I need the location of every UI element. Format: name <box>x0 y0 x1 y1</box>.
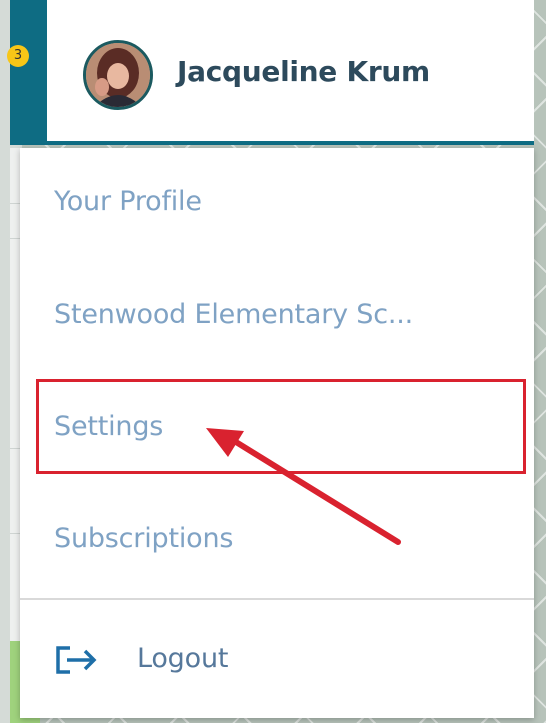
avatar <box>83 40 153 110</box>
app-header-bar <box>10 0 50 145</box>
menu-divider <box>20 598 534 600</box>
menu-item-your-profile[interactable]: Your Profile <box>54 186 202 217</box>
menu-item-subscriptions[interactable]: Subscriptions <box>54 523 233 554</box>
avatar-photo <box>86 43 150 107</box>
menu-item-school[interactable]: Stenwood Elementary Sc... <box>54 299 413 330</box>
user-menu-header[interactable]: Jacqueline Krum <box>47 0 534 145</box>
menu-item-settings[interactable]: Settings <box>54 411 163 442</box>
user-dropdown-menu: Your Profile Stenwood Elementary Sc... S… <box>20 148 534 718</box>
user-name: Jacqueline Krum <box>177 55 430 88</box>
notification-badge[interactable]: 3 <box>7 45 29 67</box>
logout-icon[interactable] <box>54 645 100 675</box>
logout-button[interactable]: Logout <box>137 643 228 674</box>
